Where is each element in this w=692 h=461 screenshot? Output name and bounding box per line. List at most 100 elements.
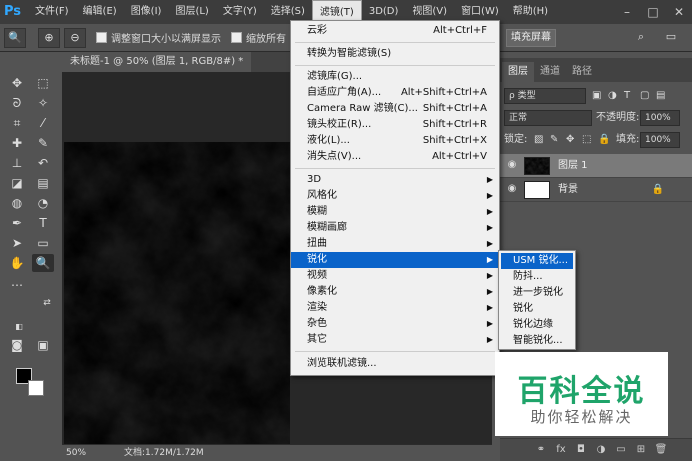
menu-item-sharpen[interactable]: 锐化 ▶ [291, 252, 499, 268]
fill-screen-button[interactable]: 填充屏幕 [506, 29, 556, 47]
minimize-button[interactable]: – [614, 0, 640, 24]
submenu-item-sharpen-edges[interactable]: 锐化边缘 [501, 317, 573, 333]
maximize-button[interactable]: □ [640, 0, 666, 24]
lock-artboard-icon[interactable]: ⬚ [582, 132, 591, 148]
gradient-tool-icon[interactable]: ▤ [32, 174, 54, 192]
default-colors-icon[interactable]: ◧ [8, 318, 30, 336]
screen-mode-icon[interactable]: ▣ [32, 336, 54, 354]
hand-tool-icon[interactable]: ✋ [6, 254, 28, 272]
layer-name[interactable]: 图层 1 [558, 158, 588, 174]
menu-item-pixelate[interactable]: 像素化 ▶ [291, 284, 499, 300]
zoom-out-icon[interactable]: ⊖ [64, 27, 86, 48]
adjustment-layer-icon[interactable]: ◑ [594, 443, 608, 457]
lock-position-icon[interactable]: ✥ [566, 132, 574, 148]
fill-field[interactable]: 100% [640, 132, 680, 148]
new-layer-icon[interactable]: ⊞ [634, 443, 648, 457]
more-tools-icon[interactable]: ⋯ [6, 276, 28, 294]
menu-item-render[interactable]: 渲染 ▶ [291, 300, 499, 316]
opacity-field[interactable]: 100% [640, 110, 680, 126]
menu-help[interactable]: 帮助(H) [506, 0, 555, 24]
crop-tool-icon[interactable]: ⌗ [6, 114, 28, 132]
delete-layer-icon[interactable]: 🗑 [654, 443, 668, 457]
menu-type[interactable]: 文字(Y) [216, 0, 264, 24]
lock-all-icon[interactable]: 🔒 [598, 132, 610, 148]
clouds-canvas[interactable] [64, 142, 290, 444]
dodge-tool-icon[interactable]: ◔ [32, 194, 54, 212]
marquee-tool-icon[interactable]: ⬚ [32, 74, 54, 92]
menu-item-distort[interactable]: 扭曲 ▶ [291, 236, 499, 252]
filter-smart-icon[interactable]: ▤ [656, 88, 665, 104]
clone-stamp-tool-icon[interactable]: ⊥ [6, 154, 28, 172]
menu-item-clouds[interactable]: 云彩 Alt+Ctrl+F [291, 23, 499, 39]
lasso-tool-icon[interactable]: ᘐ [6, 94, 28, 112]
magic-wand-tool-icon[interactable]: ✧ [32, 94, 54, 112]
history-brush-tool-icon[interactable]: ↶ [32, 154, 54, 172]
quick-mask-icon[interactable]: ◙ [6, 336, 28, 354]
submenu-item-sharpen[interactable]: 锐化 [501, 301, 573, 317]
search-icon[interactable]: ⌕ [630, 28, 652, 48]
menu-item-camera-raw[interactable]: Camera Raw 滤镜(C)... Shift+Ctrl+A [291, 101, 499, 117]
menu-layer[interactable]: 图层(L) [168, 0, 215, 24]
link-layers-icon[interactable]: ⚭ [534, 443, 548, 457]
menu-item-stylize[interactable]: 风格化 ▶ [291, 188, 499, 204]
zoom-level-field[interactable]: 50% [66, 446, 98, 460]
submenu-item-smart-sharpen[interactable]: 智能锐化... [501, 333, 573, 349]
eye-icon[interactable]: ◉ [506, 159, 518, 171]
shape-tool-icon[interactable]: ▭ [32, 234, 54, 252]
blur-tool-icon[interactable]: ◍ [6, 194, 28, 212]
pen-tool-icon[interactable]: ✒ [6, 214, 28, 232]
move-tool-icon[interactable]: ✥ [6, 74, 28, 92]
eraser-tool-icon[interactable]: ◪ [6, 174, 28, 192]
menu-item-3d[interactable]: 3D ▶ [291, 172, 499, 188]
path-selection-tool-icon[interactable]: ➤ [6, 234, 28, 252]
zoom-tool-preset-icon[interactable]: 🔍 [4, 27, 26, 48]
menu-item-lens-correction[interactable]: 镜头校正(R)... Shift+Ctrl+R [291, 117, 499, 133]
layer-row[interactable]: ◉ 图层 1 [500, 154, 692, 178]
menu-item-blur[interactable]: 模糊 ▶ [291, 204, 499, 220]
menu-item-vanishing-point[interactable]: 消失点(V)... Alt+Ctrl+V [291, 149, 499, 165]
tab-layers[interactable]: 图层 [502, 62, 534, 82]
zoom-in-icon[interactable]: ⊕ [38, 27, 60, 48]
swap-colors-icon[interactable]: ⇄ [36, 294, 58, 312]
resize-windows-checkbox[interactable] [96, 32, 107, 43]
type-tool-icon[interactable]: T [32, 214, 54, 232]
blend-mode-select[interactable]: 正常 [504, 110, 592, 126]
tab-paths[interactable]: 路径 [566, 62, 598, 82]
menu-item-noise[interactable]: 杂色 ▶ [291, 316, 499, 332]
document-tab[interactable]: 未标题-1 @ 50% (图层 1, RGB/8#) * [62, 52, 252, 72]
filter-adjust-icon[interactable]: ◑ [608, 88, 617, 104]
menu-item-convert-smart-filter[interactable]: 转换为智能滤镜(S) [291, 46, 499, 62]
menu-item-other[interactable]: 其它 ▶ [291, 332, 499, 348]
close-button[interactable]: ✕ [666, 0, 692, 24]
menu-item-browse-online[interactable]: 浏览联机滤镜... [291, 356, 499, 372]
filter-shape-icon[interactable]: ▢ [640, 88, 649, 104]
layer-name[interactable]: 背景 [558, 182, 578, 198]
background-color-swatch[interactable] [28, 380, 44, 396]
healing-brush-tool-icon[interactable]: ✚ [6, 134, 28, 152]
layer-row[interactable]: ◉ 背景 🔒 [500, 178, 692, 202]
menu-item-filter-gallery[interactable]: 滤镜库(G)... [291, 69, 499, 85]
layer-mask-icon[interactable]: ◘ [574, 443, 588, 457]
eye-icon[interactable]: ◉ [506, 183, 518, 195]
zoom-all-checkbox[interactable] [231, 32, 242, 43]
layer-kind-filter[interactable]: ρ 类型 [504, 88, 586, 104]
filter-pixel-icon[interactable]: ▣ [592, 88, 601, 104]
workspace-icon[interactable]: ▭ [660, 28, 682, 48]
menu-item-adaptive-wide-angle[interactable]: 自适应广角(A)... Alt+Shift+Ctrl+A [291, 85, 499, 101]
zoom-tool-icon[interactable]: 🔍 [32, 254, 54, 272]
submenu-item-unsharp-mask[interactable]: USM 锐化... [501, 253, 573, 269]
layer-style-icon[interactable]: fx [554, 443, 568, 457]
menu-item-blur-gallery[interactable]: 模糊画廊 ▶ [291, 220, 499, 236]
brush-tool-icon[interactable]: ✎ [32, 134, 54, 152]
lock-transparent-icon[interactable]: ▨ [534, 132, 543, 148]
tab-channels[interactable]: 通道 [534, 62, 566, 82]
group-icon[interactable]: ▭ [614, 443, 628, 457]
menu-item-video[interactable]: 视频 ▶ [291, 268, 499, 284]
filter-type-icon[interactable]: T [624, 88, 630, 104]
lock-image-icon[interactable]: ✎ [550, 132, 558, 148]
document-info[interactable]: 文档:1.72M/1.72M [124, 446, 204, 460]
eyedropper-tool-icon[interactable]: ⁄ [32, 114, 54, 132]
menu-file[interactable]: 文件(F) [28, 0, 76, 24]
menu-item-liquify[interactable]: 液化(L)... Shift+Ctrl+X [291, 133, 499, 149]
submenu-item-shake-reduction[interactable]: 防抖... [501, 269, 573, 285]
